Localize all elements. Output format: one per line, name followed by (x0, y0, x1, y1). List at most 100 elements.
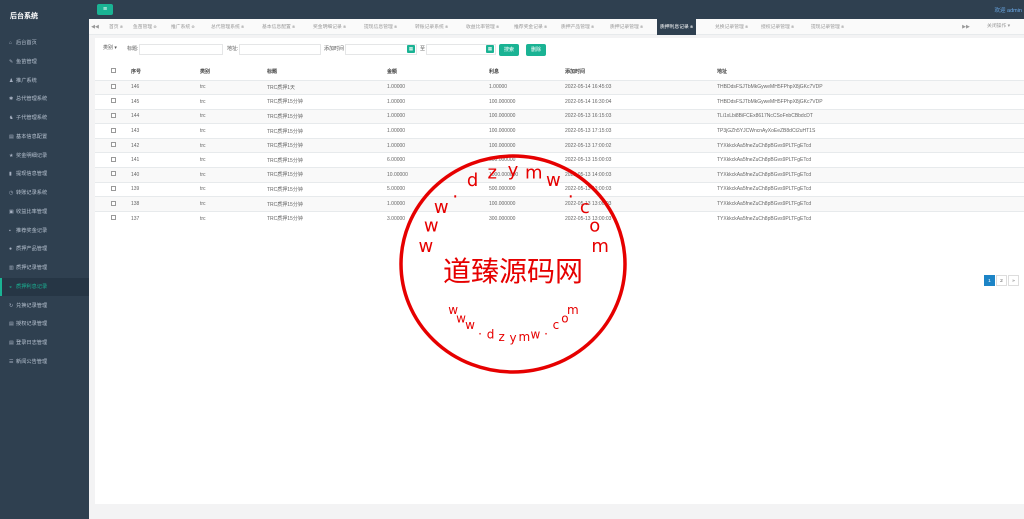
tab[interactable]: 鱼苗管理 ⊗ (133, 19, 157, 35)
cell-id: 145 (131, 94, 200, 110)
table-row[interactable]: 142 trc TRC质押15分钟 1.00000 100.000000 2022-05-… (95, 137, 1024, 153)
cell-time: 2022-05-13 17:15:03 (565, 123, 717, 139)
table-row[interactable]: 145 trc TRC质押15分钟 1.00000 100.000000 2022-05-… (95, 94, 1024, 110)
sidebar-item[interactable]: ♟ 推广系统 (0, 72, 89, 90)
sidebar-item[interactable]: ◷ 转账记录系统 (0, 184, 89, 202)
menu-toggle-button[interactable]: ≡ (97, 4, 113, 15)
sidebar-item[interactable]: ↻ 兑换记录管理 (0, 297, 89, 315)
cell-type: trc (200, 94, 267, 110)
tab[interactable]: 提现记录管理 ⊗ (811, 19, 844, 35)
tab[interactable]: 质押记录管理 ⊗ (610, 19, 643, 35)
select-all-checkbox[interactable] (95, 64, 131, 81)
row-checkbox[interactable] (95, 181, 131, 197)
close-operations-dropdown[interactable]: 关闭操作 ▾ (987, 19, 1010, 35)
close-icon[interactable]: ⊗ (119, 24, 123, 29)
sidebar-item-label: 总代管理系统 (16, 96, 48, 103)
tab[interactable]: 奖金明细记录 ⊗ (313, 19, 346, 35)
row-checkbox[interactable] (95, 94, 131, 110)
sidebar-item[interactable]: ✱ 总代管理系统 (0, 90, 89, 108)
search-button[interactable]: 搜索 (499, 44, 520, 56)
tab[interactable]: 推广系统 ⊗ (171, 19, 195, 35)
close-icon[interactable]: ⊗ (152, 24, 156, 29)
cell-type: trc (200, 152, 267, 168)
close-icon[interactable]: ⊗ (639, 24, 643, 29)
row-checkbox[interactable] (95, 123, 131, 139)
close-icon[interactable]: ⊗ (240, 24, 244, 29)
table-row[interactable]: 139 trc TRC质押15分钟 5.00000 500.000000 2022-05-… (95, 181, 1024, 197)
sidebar-item[interactable]: ● 质押产品管理 (0, 240, 89, 258)
row-checkbox[interactable] (95, 196, 131, 212)
tab[interactable]: 首页 ⊗ (109, 19, 123, 35)
address-input[interactable] (239, 44, 321, 55)
close-icon[interactable]: ⊗ (393, 24, 397, 29)
close-icon[interactable]: ⊗ (444, 24, 448, 29)
row-checkbox[interactable] (95, 137, 131, 153)
column-header: 添加时间 (565, 64, 717, 81)
sidebar-item[interactable]: ▣ 收益比率管理 (0, 203, 89, 221)
sidebar-item[interactable]: ▪ 推荐奖金记录 (0, 222, 89, 240)
calendar-icon[interactable]: ▦ (486, 45, 494, 53)
close-icon[interactable]: ⊗ (495, 24, 499, 29)
welcome-text[interactable]: 欢迎 admin (994, 6, 1022, 14)
row-checkbox[interactable] (95, 210, 131, 226)
close-icon[interactable]: ⊗ (190, 24, 194, 29)
tab[interactable]: 质押产品管理 ⊗ (561, 19, 594, 35)
close-icon[interactable]: ⊗ (291, 24, 295, 29)
sidebar-item-label: 授权记录管理 (16, 321, 48, 328)
sidebar-item[interactable]: ☰ 新闻公告管理 (0, 353, 89, 371)
calendar-icon[interactable]: ▦ (407, 45, 415, 53)
tab[interactable]: 提现信息管理 ⊗ (364, 19, 397, 35)
sidebar-item[interactable]: ▮ 提现信息管理 (0, 165, 89, 183)
sidebar-item[interactable]: ◒ 质押利息记录 (0, 277, 89, 296)
sidebar-item[interactable]: ▤ 授权记录管理 (0, 315, 89, 333)
table-row[interactable]: 143 trc TRC质押15分钟 1.00000 100.000000 2022-05-… (95, 123, 1024, 139)
file-icon: ▤ (9, 321, 14, 328)
row-checkbox[interactable] (95, 79, 131, 95)
cell-amount: 1.00000 (387, 79, 489, 95)
table-row[interactable]: 144 trc TRC质押15分钟 1.00000 100.000000 2022-05-… (95, 108, 1024, 124)
tab[interactable]: 转账记录系统 ⊗ (415, 19, 448, 35)
tabs-scroll-left-icon[interactable]: ◀◀ (89, 19, 101, 35)
row-checkbox[interactable] (95, 167, 131, 183)
close-icon[interactable]: ⊗ (790, 24, 794, 29)
row-checkbox[interactable] (95, 152, 131, 168)
user-icon: ♟ (9, 77, 14, 84)
row-checkbox[interactable] (95, 108, 131, 124)
table-row[interactable]: 146 trc TRC质押1天 1.00000 1.00000 2022-05-14 16… (95, 79, 1024, 95)
close-icon[interactable]: ⊗ (744, 24, 748, 29)
tabs-scroll-right-icon[interactable]: ▶▶ (960, 19, 972, 35)
sidebar-item[interactable]: ▤ 基本信息配置 (0, 128, 89, 146)
close-icon[interactable]: ⊗ (689, 24, 693, 29)
close-icon[interactable]: ⊗ (342, 24, 346, 29)
cell-id: 144 (131, 108, 200, 124)
tab[interactable]: 收益比率管理 ⊗ (466, 19, 499, 35)
close-icon[interactable]: ⊗ (840, 24, 844, 29)
sidebar-item[interactable]: ▤ 登录日志管理 (0, 334, 89, 352)
table-row[interactable]: 140 trc TRC质押15分钟 10.00000 1000.000000 2022-0… (95, 167, 1024, 183)
tab[interactable]: 兑换记录管理 ⊗ (715, 19, 748, 35)
sidebar-item[interactable]: ✎ 鱼苗管理 (0, 53, 89, 71)
table-row[interactable]: 138 trc TRC质押15分钟 1.00000 100.000000 2022-05-… (95, 196, 1024, 212)
delete-button[interactable]: 删除 (526, 44, 547, 56)
cell-id: 146 (131, 79, 200, 95)
page-button[interactable]: 2 (996, 275, 1007, 286)
tab[interactable]: 质押利息记录 ⊗ (657, 19, 697, 35)
tab[interactable]: 总代管理系统 ⊗ (211, 19, 244, 35)
close-icon[interactable]: ⊗ (543, 24, 547, 29)
tab[interactable]: 授权记录管理 ⊗ (761, 19, 794, 35)
title-input[interactable] (139, 44, 223, 55)
sidebar-item[interactable]: ▥ 质押记录管理 (0, 259, 89, 277)
type-select[interactable]: 类别 ▾ (101, 44, 125, 55)
page-button[interactable]: 1 (984, 275, 995, 286)
cell-interest: 100.000000 (489, 94, 565, 110)
page-button[interactable]: » (1008, 275, 1019, 286)
table-row[interactable]: 141 trc TRC质押15分钟 6.00000 600.000000 2022-05-… (95, 152, 1024, 168)
close-icon[interactable]: ⊗ (590, 24, 594, 29)
tab[interactable]: 基本信息配置 ⊗ (262, 19, 295, 35)
sidebar-item[interactable]: ★ 奖金明细记录 (0, 147, 89, 165)
refresh-icon: ↻ (9, 302, 14, 309)
sidebar-item[interactable]: ♞ 子代管理系统 (0, 109, 89, 127)
tab[interactable]: 推荐奖金记录 ⊗ (514, 19, 547, 35)
table-row[interactable]: 137 trc TRC质押15分钟 3.00000 300.000000 2022-05-… (95, 210, 1024, 226)
sidebar-item[interactable]: ⌂ 后台首页 (0, 34, 89, 52)
